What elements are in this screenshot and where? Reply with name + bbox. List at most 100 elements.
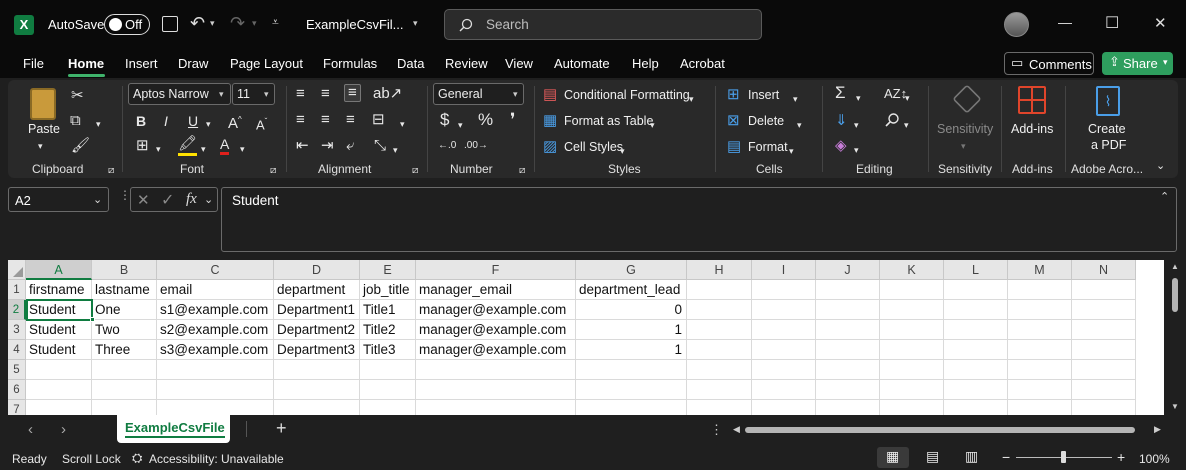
user-avatar[interactable] (1004, 12, 1029, 37)
cut-icon[interactable]: ✂ (71, 88, 84, 104)
ribbon-collapse-icon[interactable]: ⌄ (1156, 158, 1165, 174)
column-header-d[interactable]: D (274, 260, 360, 280)
accessibility-icon[interactable]: ⛭ (132, 450, 142, 466)
delete-cells-icon[interactable]: ⊠ (727, 113, 740, 129)
vertical-scrollbar[interactable]: ▲ ▼ (1166, 260, 1186, 415)
sort-dropdown-icon[interactable]: ▾ (905, 90, 910, 106)
insert-dropdown-icon[interactable]: ▾ (793, 91, 798, 107)
format-cells-icon[interactable]: ▤ (727, 139, 741, 155)
zoom-out-button[interactable]: − (1002, 449, 1010, 465)
currency-icon[interactable]: $ (440, 111, 449, 128)
cell-m7[interactable] (1008, 400, 1072, 415)
cell-b1[interactable]: lastname (92, 280, 157, 300)
cell-g5[interactable] (576, 360, 687, 380)
cell-j6[interactable] (816, 380, 880, 400)
create-pdf-line1[interactable]: Create (1088, 122, 1126, 136)
currency-dropdown-icon[interactable]: ▾ (458, 117, 463, 133)
document-title[interactable]: ExampleCsvFil... (306, 17, 404, 32)
worksheet-grid[interactable]: ABCDEFGHIJKLMN 1234567 firstname lastname… (8, 260, 1164, 415)
tab-draw[interactable]: Draw (178, 56, 208, 71)
cell-k6[interactable] (880, 380, 944, 400)
zoom-slider-thumb[interactable] (1061, 451, 1066, 463)
format-dropdown-icon[interactable]: ▾ (789, 143, 794, 159)
conditional-formatting-button[interactable]: Conditional Formatting (564, 88, 690, 102)
cell-m5[interactable] (1008, 360, 1072, 380)
decrease-decimal-icon[interactable]: .00→ (464, 138, 488, 154)
clear-icon[interactable]: ◈ (835, 138, 847, 154)
merge-center-icon[interactable]: ⊟ (372, 112, 385, 128)
cell-e3[interactable]: Title2 (360, 320, 416, 340)
cell-g2[interactable]: 0 (576, 300, 687, 320)
conditional-formatting-icon[interactable]: ▤ (543, 87, 557, 103)
cell-k4[interactable] (880, 340, 944, 360)
cell-c4[interactable]: s3@example.com (157, 340, 274, 360)
borders-icon[interactable]: ⊞ (136, 138, 149, 154)
horizontal-scrollbar[interactable] (745, 427, 1135, 433)
cell-e7[interactable] (360, 400, 416, 415)
cell-d4[interactable]: Department3 (274, 340, 360, 360)
row-header-4[interactable]: 4 (8, 340, 26, 360)
wrap-text-icon[interactable]: ⤶ (346, 138, 354, 154)
format-painter-icon[interactable]: 🖌 (71, 138, 90, 154)
cell-a4[interactable]: Student (26, 340, 92, 360)
row-header-5[interactable]: 5 (8, 360, 26, 380)
row-header-1[interactable]: 1 (8, 280, 26, 300)
column-header-e[interactable]: E (360, 260, 416, 280)
vertical-scroll-thumb[interactable] (1172, 278, 1178, 312)
sheet-tab-active[interactable]: ExampleCsvFile (117, 415, 230, 443)
column-header-l[interactable]: L (944, 260, 1008, 280)
cell-j7[interactable] (816, 400, 880, 415)
cell-m4[interactable] (1008, 340, 1072, 360)
create-pdf-icon[interactable]: ⌇ (1096, 86, 1120, 116)
tab-view[interactable]: View (505, 56, 533, 71)
tab-help[interactable]: Help (632, 56, 659, 71)
cell-b7[interactable] (92, 400, 157, 415)
row-header-7[interactable]: 7 (8, 400, 26, 415)
maximize-button[interactable]: ☐ (1105, 13, 1119, 33)
align-bottom-icon[interactable]: ≡ (344, 84, 361, 102)
cell-k7[interactable] (880, 400, 944, 415)
underline-dropdown-icon[interactable]: ▾ (206, 116, 211, 132)
tab-review[interactable]: Review (445, 56, 488, 71)
cell-styles-button[interactable]: Cell Styles (564, 140, 623, 154)
number-launcher-icon[interactable]: ⧄ (519, 163, 525, 179)
cell-i5[interactable] (752, 360, 816, 380)
borders-dropdown-icon[interactable]: ▾ (156, 141, 161, 157)
undo-icon[interactable]: ↶ (190, 13, 205, 34)
cell-b5[interactable] (92, 360, 157, 380)
scroll-right-icon[interactable]: ▶ (1154, 424, 1161, 435)
cell-k1[interactable] (880, 280, 944, 300)
cell-j5[interactable] (816, 360, 880, 380)
percent-icon[interactable]: % (478, 111, 493, 128)
decrease-font-icon[interactable]: Aˇ (256, 114, 267, 133)
cell-b6[interactable] (92, 380, 157, 400)
conditional-dropdown-icon[interactable]: ▾ (689, 91, 694, 107)
cell-l4[interactable] (944, 340, 1008, 360)
cell-e4[interactable]: Title3 (360, 340, 416, 360)
cell-f2[interactable]: manager@example.com (416, 300, 576, 320)
cell-n7[interactable] (1072, 400, 1136, 415)
normal-view-button[interactable]: ▦ (877, 447, 909, 468)
insert-cells-icon[interactable]: ⊞ (727, 87, 740, 103)
fx-dropdown-icon[interactable]: ⌄ (204, 193, 213, 206)
italic-icon[interactable]: I (164, 113, 168, 129)
status-accessibility[interactable]: Accessibility: Unavailable (149, 452, 284, 466)
cell-m1[interactable] (1008, 280, 1072, 300)
column-header-b[interactable]: B (92, 260, 157, 280)
cell-n5[interactable] (1072, 360, 1136, 380)
increase-decimal-icon[interactable]: ←.0 (438, 138, 456, 154)
cell-n1[interactable] (1072, 280, 1136, 300)
cell-h6[interactable] (687, 380, 752, 400)
cell-f5[interactable] (416, 360, 576, 380)
cell-l5[interactable] (944, 360, 1008, 380)
add-sheet-button[interactable]: + (276, 418, 287, 439)
bold-icon[interactable]: B (136, 113, 146, 129)
cell-h5[interactable] (687, 360, 752, 380)
cell-l6[interactable] (944, 380, 1008, 400)
scroll-down-icon[interactable]: ▼ (1171, 402, 1179, 411)
cell-d7[interactable] (274, 400, 360, 415)
cell-m6[interactable] (1008, 380, 1072, 400)
tab-file[interactable]: File (23, 56, 44, 71)
increase-font-icon[interactable]: A^ (228, 112, 242, 132)
customize-toolbar-icon[interactable]: ⩡ (272, 15, 279, 30)
